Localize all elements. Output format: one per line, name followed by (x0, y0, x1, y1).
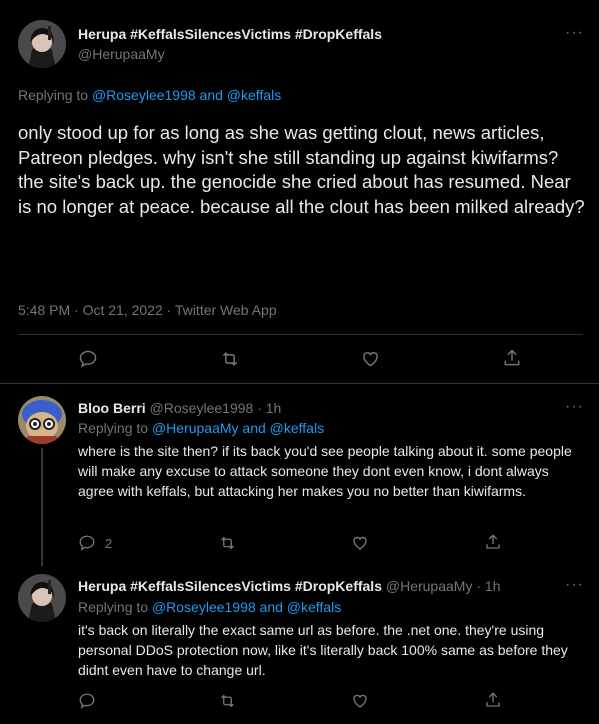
thread-line (41, 448, 43, 566)
like-icon[interactable] (351, 692, 369, 710)
reply-header: Bloo Berri @Roseylee1998 · 1h (78, 400, 281, 416)
replying-to: Replying to @Roseylee1998 and @keffals (78, 599, 341, 615)
replying-to: Replying to @Roseylee1998 and @keffals (18, 87, 281, 103)
more-options-icon[interactable]: ··· (565, 398, 584, 416)
display-name[interactable]: Herupa #KeffalsSilencesVictims #DropKeff… (78, 578, 382, 594)
replying-to-label: Replying to (78, 599, 149, 615)
tweet-meta: 5:48 PM · Oct 21, 2022 · Twitter Web App (18, 302, 277, 318)
share-icon[interactable] (484, 533, 502, 551)
reply-text: it's back on literally the exact same ur… (78, 622, 568, 678)
avatar[interactable] (18, 396, 66, 444)
replying-to-users[interactable]: @Roseylee1998 and @keffals (152, 599, 341, 615)
handle[interactable]: @HerupaaMy (78, 46, 165, 62)
reply-count: 2 (105, 536, 113, 551)
replying-to-users[interactable]: @HerupaaMy and @keffals (152, 420, 324, 436)
display-name[interactable]: Bloo Berri (78, 400, 146, 416)
more-options-icon[interactable]: ··· (565, 24, 584, 42)
avatar[interactable] (18, 20, 66, 68)
retweet-icon[interactable] (218, 534, 237, 552)
divider (18, 334, 583, 335)
retweet-icon[interactable] (219, 349, 241, 369)
replying-to-label: Replying to (18, 87, 89, 103)
share-icon[interactable] (484, 691, 502, 709)
like-icon[interactable] (360, 349, 381, 369)
display-name[interactable]: Herupa #KeffalsSilencesVictims #DropKeff… (78, 26, 382, 42)
reply-icon[interactable] (78, 349, 98, 369)
handle-time[interactable]: @HerupaaMy · 1h (386, 578, 501, 594)
reply-text: where is the site then? if its back you'… (78, 443, 572, 499)
avatar[interactable] (18, 574, 66, 622)
more-options-icon[interactable]: ··· (565, 576, 584, 594)
tweet-text: only stood up for as long as she was get… (18, 122, 585, 217)
replying-to-label: Replying to (78, 420, 149, 436)
reply-icon[interactable] (78, 534, 96, 552)
share-icon[interactable] (502, 348, 522, 368)
divider (0, 383, 599, 384)
retweet-icon[interactable] (218, 692, 237, 710)
reply-header: Herupa #KeffalsSilencesVictims #DropKeff… (78, 578, 500, 594)
reply-icon[interactable] (78, 692, 96, 710)
like-icon[interactable] (351, 534, 369, 552)
replying-to-users[interactable]: @Roseylee1998 and @keffals (92, 87, 281, 103)
handle-time[interactable]: @Roseylee1998 · 1h (150, 400, 282, 416)
replying-to: Replying to @HerupaaMy and @keffals (78, 420, 324, 436)
